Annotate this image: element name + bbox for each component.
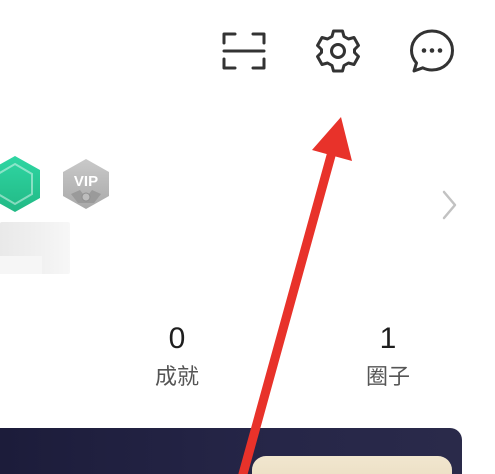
arrow-head (312, 117, 352, 161)
gear-icon (316, 29, 360, 73)
profile-page: VIP 0 成就 1 圈子 (0, 0, 495, 474)
vip-badge-label: VIP (74, 173, 98, 190)
level-badge-icon[interactable] (0, 154, 44, 214)
profile-detail-button[interactable] (436, 188, 462, 222)
stat-achievements-value: 0 (168, 322, 186, 355)
stat-achievements[interactable]: 0 成就 (132, 320, 222, 392)
stat-circles[interactable]: 1 圈子 (343, 320, 433, 392)
promo-card-thumbnail (252, 456, 452, 474)
vip-badge-icon[interactable]: VIP (58, 156, 114, 214)
stat-achievements-label: 成就 (154, 365, 199, 390)
blurred-username (0, 222, 70, 274)
chevron-right-icon (442, 190, 457, 220)
stat-circles-value: 1 (379, 322, 397, 355)
arrow-shaft (238, 147, 337, 474)
scan-icon (222, 32, 266, 70)
chat-bubble-icon (410, 29, 454, 73)
scan-button[interactable] (215, 22, 273, 80)
stat-circles-label: 圈子 (365, 365, 410, 390)
messages-button[interactable] (403, 22, 461, 80)
settings-button[interactable] (309, 22, 367, 80)
